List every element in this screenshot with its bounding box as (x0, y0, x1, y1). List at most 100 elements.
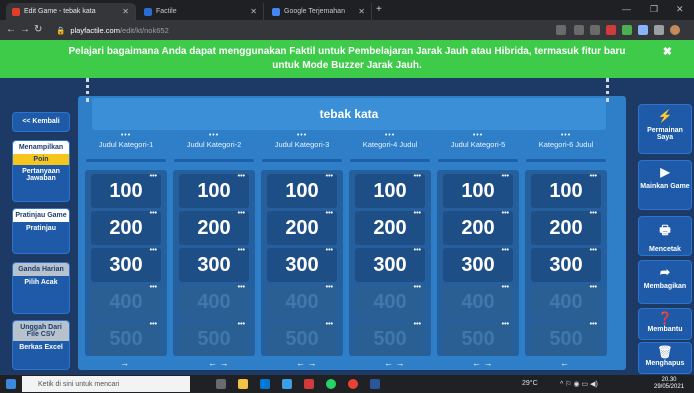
cell-menu-icon[interactable]: ••• (150, 209, 157, 219)
question-cell[interactable]: 100 ••• (179, 173, 249, 208)
cell-menu-icon[interactable]: ••• (326, 283, 333, 293)
cell-menu-icon[interactable]: ••• (238, 283, 245, 293)
browser-tab-factile[interactable]: Factile ✕ (138, 3, 264, 20)
cell-menu-icon[interactable]: ••• (590, 320, 597, 330)
display-questions-option[interactable]: Pertanyaan Jawaban (13, 165, 69, 185)
question-cell[interactable]: 500 ••• (443, 320, 513, 356)
system-tray-icons[interactable]: ^ ⚐ ◉ ▭ ◀) (560, 380, 598, 388)
store-icon[interactable] (260, 379, 270, 389)
cell-menu-icon[interactable]: ••• (326, 172, 333, 182)
question-cell[interactable]: 400 ••• (355, 283, 425, 319)
minimize-icon[interactable]: — (622, 4, 631, 14)
cell-menu-icon[interactable]: ••• (326, 209, 333, 219)
category-header[interactable]: ••• Judul Kategori-2 (172, 132, 256, 162)
question-cell[interactable]: 500 ••• (179, 320, 249, 356)
share-button[interactable]: ➦ Membagikan (638, 260, 692, 304)
category-header[interactable]: ••• Kategori-6 Judul (524, 132, 608, 162)
question-cell[interactable]: 200 ••• (179, 209, 249, 245)
category-menu-icon[interactable]: ••• (172, 132, 256, 140)
cell-menu-icon[interactable]: ••• (502, 246, 509, 256)
window-close-icon[interactable]: ✕ (676, 4, 684, 15)
forward-arrow-icon[interactable]: → (20, 24, 30, 35)
question-cell[interactable]: 200 ••• (91, 209, 161, 245)
cell-menu-icon[interactable]: ••• (414, 283, 421, 293)
question-cell[interactable]: 300 ••• (91, 246, 161, 282)
question-cell[interactable]: 100 ••• (355, 172, 425, 208)
category-menu-icon[interactable]: ••• (260, 132, 344, 140)
task-view-icon[interactable] (216, 379, 226, 389)
question-cell[interactable]: 300 ••• (267, 246, 337, 282)
question-cell[interactable]: 200 ••• (531, 210, 601, 245)
extension-icon[interactable] (638, 25, 648, 35)
category-header[interactable]: ••• Judul Kategori-5 (436, 132, 520, 162)
browser-tab-google-translate[interactable]: Google Terjemahan ✕ (266, 3, 372, 20)
cell-menu-icon[interactable]: ••• (238, 320, 245, 330)
question-cell[interactable]: 100 ••• (267, 172, 337, 208)
question-cell[interactable]: 300 ••• (179, 246, 249, 282)
move-column-arrows-icon[interactable]: ← → (296, 358, 317, 368)
cell-menu-icon[interactable]: ••• (502, 209, 509, 219)
move-column-arrows-icon[interactable]: ← → (208, 358, 229, 368)
cell-menu-icon[interactable]: ••• (414, 172, 421, 182)
print-button[interactable]: 🖶 Mencetak (638, 216, 692, 256)
display-points-option[interactable]: Poin (13, 154, 69, 165)
extension-icon[interactable] (606, 25, 616, 35)
app-icon[interactable] (304, 379, 314, 389)
close-tab-icon[interactable]: ✕ (250, 7, 257, 16)
whatsapp-icon[interactable] (326, 379, 336, 389)
banner-close-icon[interactable]: ✖ (663, 45, 672, 58)
cell-menu-icon[interactable]: ••• (150, 172, 157, 182)
upload-csv-panel[interactable]: Unggah Dari File CSV Berkas Excel (12, 320, 70, 370)
cell-menu-icon[interactable]: ••• (590, 246, 597, 256)
category-menu-icon[interactable]: ••• (84, 132, 168, 140)
cell-menu-icon[interactable]: ••• (590, 172, 597, 182)
move-column-arrows-icon[interactable]: ← (560, 358, 569, 368)
cell-menu-icon[interactable]: ••• (502, 172, 509, 182)
question-cell[interactable]: 100 ••• (91, 172, 161, 208)
daily-double-panel[interactable]: Ganda Harian Pilih Acak (12, 262, 70, 314)
category-header[interactable]: ••• Judul Kategori-1 (84, 132, 168, 162)
close-tab-icon[interactable]: ✕ (122, 7, 129, 16)
cell-menu-icon[interactable]: ••• (414, 209, 421, 219)
translate-page-icon[interactable] (556, 25, 566, 35)
help-button[interactable]: ❓ Membantu (638, 308, 692, 340)
cell-menu-icon[interactable]: ••• (502, 320, 509, 330)
cell-menu-icon[interactable]: ••• (238, 246, 245, 256)
category-menu-icon[interactable]: ••• (524, 132, 608, 140)
address-bar[interactable]: 🔒 playfactile.com/edit/kt/nok652 (56, 23, 396, 37)
new-tab-icon[interactable]: + (376, 4, 382, 15)
game-title[interactable]: tebak kata (92, 98, 606, 130)
cell-menu-icon[interactable]: ••• (326, 246, 333, 256)
word-icon[interactable] (370, 379, 380, 389)
question-cell[interactable]: 400 ••• (91, 283, 161, 319)
question-cell[interactable]: 300 ••• (355, 247, 425, 282)
cell-menu-icon[interactable]: ••• (326, 320, 333, 330)
delete-button[interactable]: 🗑 Menghapus (638, 342, 692, 374)
share-icon[interactable] (574, 25, 584, 35)
category-menu-icon[interactable]: ••• (436, 132, 520, 140)
category-header[interactable]: ••• Judul Kategori-3 (260, 132, 344, 162)
question-cell[interactable]: 500 ••• (91, 321, 161, 356)
question-cell[interactable]: 200 ••• (355, 209, 425, 245)
cell-menu-icon[interactable]: ••• (414, 320, 421, 330)
question-cell[interactable]: 500 ••• (267, 320, 337, 356)
question-cell[interactable]: 200 ••• (267, 209, 337, 245)
cell-menu-icon[interactable]: ••• (590, 283, 597, 293)
chrome-icon[interactable] (348, 379, 358, 389)
back-arrow-icon[interactable]: ← (6, 24, 16, 35)
windows-start-icon[interactable] (6, 379, 16, 389)
question-cell[interactable]: 400 ••• (267, 283, 337, 319)
question-cell[interactable]: 100 ••• (531, 172, 601, 208)
question-cell[interactable]: 400 ••• (179, 283, 249, 319)
my-games-button[interactable]: ⚡ Permainan Saya (638, 104, 692, 154)
cell-menu-icon[interactable]: ••• (502, 283, 509, 293)
question-cell[interactable]: 500 ••• (531, 320, 601, 356)
cell-menu-icon[interactable]: ••• (150, 246, 157, 256)
profile-avatar[interactable] (670, 25, 680, 35)
question-cell[interactable]: 300 ••• (531, 246, 601, 282)
edge-icon[interactable] (282, 379, 292, 389)
cell-menu-icon[interactable]: ••• (150, 283, 157, 293)
cell-menu-icon[interactable]: ••• (238, 209, 245, 219)
move-column-arrows-icon[interactable]: ← → (384, 358, 405, 368)
play-game-button[interactable]: ▶ Mainkan Game (638, 160, 692, 210)
